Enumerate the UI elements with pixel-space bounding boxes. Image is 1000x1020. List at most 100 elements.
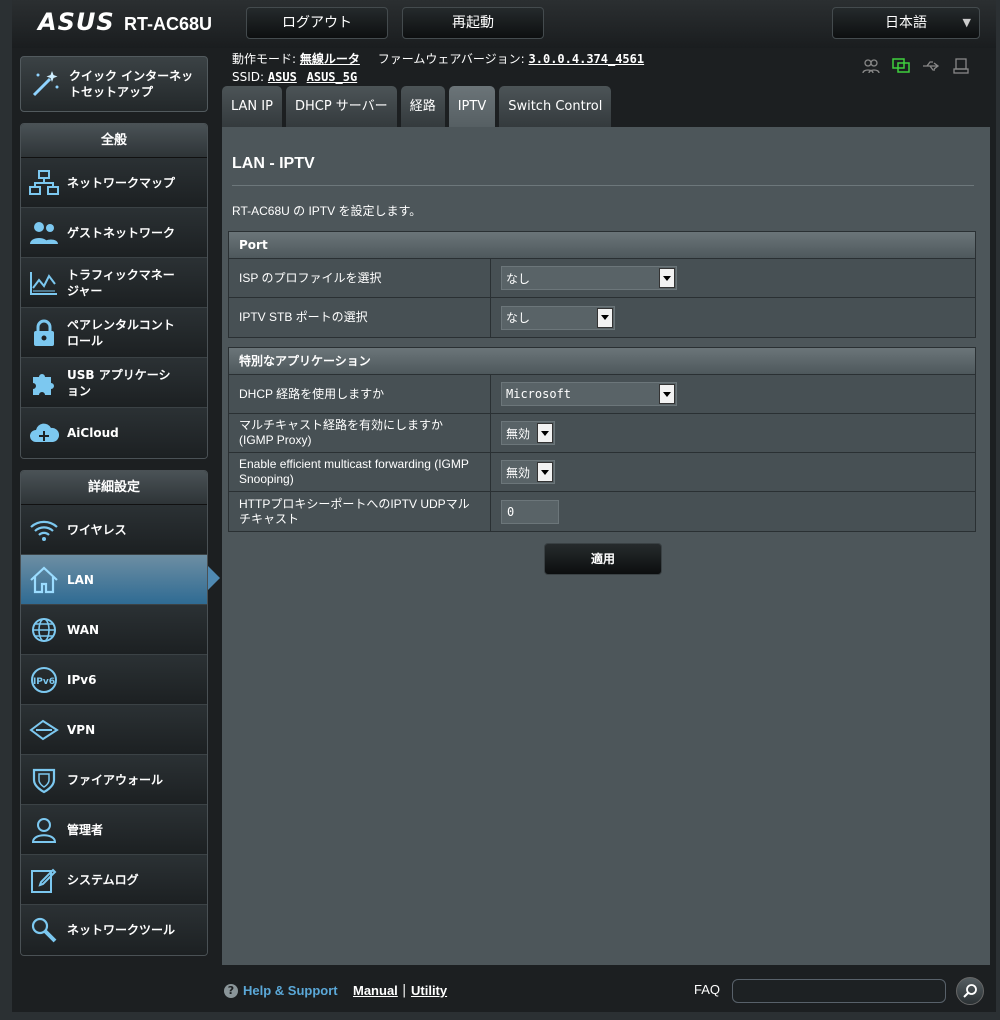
svg-text:IPv6: IPv6 <box>33 677 55 687</box>
sidebar-item-guest-network[interactable]: ゲストネットワーク <box>21 208 207 258</box>
help-support-label: Help & Support <box>243 983 338 998</box>
sidebar-item-label: ネットワークツール <box>67 923 176 937</box>
sidebar-item-wireless[interactable]: ワイヤレス <box>21 505 207 555</box>
tab-switch-control[interactable]: Switch Control <box>499 86 612 127</box>
sidebar-item-label: ワイヤレス <box>67 522 127 537</box>
faq-search-input[interactable] <box>732 979 946 1003</box>
sidebar-item-network-map[interactable]: ネットワークマップ <box>21 158 207 208</box>
quick-setup-button[interactable]: クイック インターネットセットアップ <box>20 56 208 112</box>
logout-button[interactable]: ログアウト <box>246 7 388 39</box>
port-section-header: Port <box>229 232 975 259</box>
tab-lan-ip[interactable]: LAN IP <box>222 86 282 127</box>
table-row: HTTPプロキシーポートへのIPTV UDPマルチキャスト 0 <box>229 492 975 531</box>
chevron-down-icon <box>597 307 613 328</box>
chevron-down-icon: ▼ <box>962 16 971 29</box>
chevron-down-icon <box>537 423 553 443</box>
globe-icon <box>21 616 67 644</box>
clients-icon[interactable] <box>862 58 880 74</box>
shield-icon <box>21 766 67 794</box>
quick-setup-label: クイック インターネットセットアップ <box>69 69 194 99</box>
advanced-menu-title: 詳細設定 <box>21 471 207 505</box>
sidebar-item-traffic-manager[interactable]: トラフィックマネージャー <box>21 258 207 308</box>
ipv6-icon: IPv6 <box>21 666 67 694</box>
isp-profile-value: なし <box>506 271 531 286</box>
stb-port-select[interactable]: なし <box>501 305 615 330</box>
mode-value[interactable]: 無線ルータ <box>300 52 360 66</box>
firmware-value[interactable]: 3.0.0.4.374_4561 <box>529 52 645 66</box>
usb-icon[interactable] <box>922 58 940 74</box>
manual-link[interactable]: Manual <box>353 983 398 998</box>
sidebar-item-ipv6[interactable]: IPv6 IPv6 <box>21 655 207 705</box>
sidebar-item-label: AiCloud <box>67 426 119 440</box>
sidebar-item-parental-control[interactable]: ペアレンタルコントロール <box>21 308 207 358</box>
apply-button[interactable]: 適用 <box>544 543 662 575</box>
sidebar-item-label: VPN <box>67 722 96 737</box>
sidebar-item-aicloud[interactable]: AiCloud <box>21 408 207 458</box>
sidebar-item-label: USB アプリケーション <box>67 367 171 398</box>
isp-profile-label: ISP のプロファイルを選択 <box>229 259 491 297</box>
lock-icon <box>21 319 67 347</box>
reboot-button[interactable]: 再起動 <box>402 7 544 39</box>
special-section-header: 特別なアプリケーション <box>229 348 975 375</box>
multicast-select[interactable]: 無効 <box>501 421 555 445</box>
page-title: LAN - IPTV <box>232 155 315 172</box>
utility-link[interactable]: Utility <box>411 983 447 998</box>
table-row: IPTV STB ポートの選択 なし <box>229 298 975 337</box>
udp-proxy-input[interactable]: 0 <box>501 499 559 524</box>
sidebar-item-vpn[interactable]: VPN <box>21 705 207 755</box>
help-icon: ? <box>224 984 238 998</box>
ssid-5g[interactable]: ASUS_5G <box>307 70 358 84</box>
magic-wand-icon <box>21 67 69 101</box>
sidebar-item-label: ペアレンタルコントロール <box>67 317 175 348</box>
chevron-down-icon <box>659 384 675 404</box>
table-row: DHCP 経路を使用しますか Microsoft <box>229 375 975 414</box>
port-table: Port ISP のプロファイルを選択 なし IPTV STB ポートの選択 な… <box>228 231 976 338</box>
sidebar-item-system-log[interactable]: システムログ <box>21 855 207 905</box>
wifi-icon <box>21 518 67 542</box>
status-info: 動作モード: 無線ルータ ファームウェアバージョン: 3.0.0.4.374_4… <box>232 50 644 86</box>
sidebar-item-lan[interactable]: LAN <box>21 555 207 605</box>
vpn-icon <box>21 718 67 742</box>
tab-route[interactable]: 経路 <box>400 86 445 127</box>
mode-label: 動作モード: <box>232 52 297 66</box>
internet-status-icon[interactable] <box>892 58 910 74</box>
search-button[interactable] <box>956 977 984 1005</box>
active-item-pointer <box>208 566 220 590</box>
traffic-manager-icon <box>21 270 67 296</box>
edit-icon <box>21 866 67 894</box>
asus-logo: ASUS <box>38 8 115 36</box>
stb-port-label: IPTV STB ポートの選択 <box>229 298 491 337</box>
network-map-icon <box>21 169 67 196</box>
isp-profile-select[interactable]: なし <box>501 266 677 290</box>
sidebar-item-administration[interactable]: 管理者 <box>21 805 207 855</box>
tab-iptv[interactable]: IPTV <box>448 86 496 127</box>
content-panel: LAN - IPTV RT-AC68U の IPTV を設定します。 Port … <box>222 127 990 965</box>
home-icon <box>21 566 67 594</box>
sidebar-item-label: IPv6 <box>67 672 97 687</box>
efficient-multicast-select[interactable]: 無効 <box>501 460 555 484</box>
sidebar-item-firewall[interactable]: ファイアウォール <box>21 755 207 805</box>
efficient-multicast-label: Enable efficient multicast forwarding (I… <box>229 453 491 491</box>
language-select[interactable]: 日本語 ▼ <box>832 7 980 39</box>
dhcp-route-select[interactable]: Microsoft <box>501 382 677 406</box>
sidebar-item-usb-application[interactable]: USB アプリケーション <box>21 358 207 408</box>
ssid-2g[interactable]: ASUS <box>268 70 297 84</box>
header-bar: ASUS RT-AC68U ログアウト 再起動 日本語 ▼ <box>12 0 996 48</box>
sidebar-item-wan[interactable]: WAN <box>21 605 207 655</box>
page-description: RT-AC68U の IPTV を設定します。 <box>232 204 422 218</box>
firmware-label: ファームウェアバージョン: <box>377 52 525 66</box>
sidebar-item-label: WAN <box>67 622 100 637</box>
sidebar-item-label: LAN <box>67 572 94 587</box>
footer-separator: | <box>402 983 407 998</box>
printer-icon[interactable] <box>952 58 970 74</box>
advanced-menu: 詳細設定 ワイヤレス LAN WAN IPv6 IPv6 VPN ファイアウォー… <box>20 470 208 956</box>
sidebar-item-network-tools[interactable]: ネットワークツール <box>21 905 207 955</box>
sidebar-item-label: 管理者 <box>67 822 104 837</box>
cloud-icon <box>21 420 67 446</box>
table-row: マルチキャスト経路を有効にしますか (IGMP Proxy) 無効 <box>229 414 975 453</box>
wrench-icon <box>21 916 67 944</box>
sidebar-item-label: ネットワークマップ <box>67 175 176 190</box>
table-row: ISP のプロファイルを選択 なし <box>229 259 975 298</box>
tab-dhcp-server[interactable]: DHCP サーバー <box>285 86 397 127</box>
sidebar-item-label: ゲストネットワーク <box>67 225 176 240</box>
